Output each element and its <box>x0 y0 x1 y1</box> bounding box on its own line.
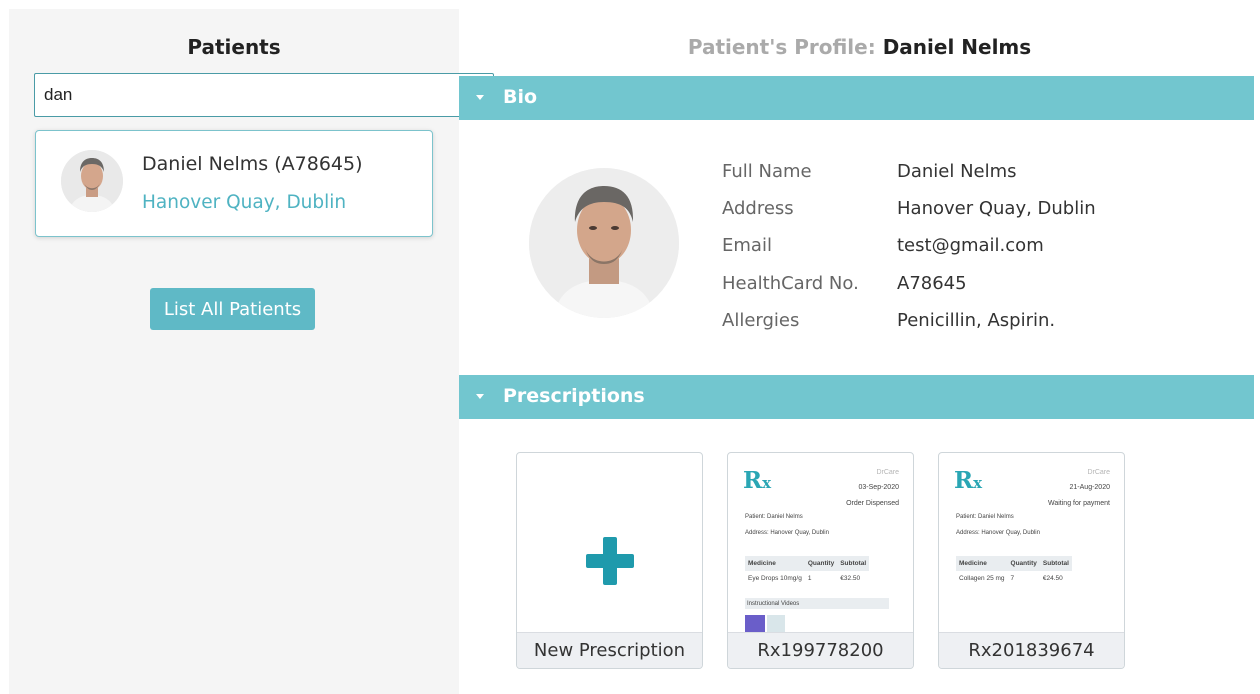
bio-section-label: Bio <box>503 86 538 108</box>
prescriptions-section-label: Prescriptions <box>503 385 645 407</box>
rx-patient: Patient: Daniel Nelms <box>745 514 803 520</box>
profile-title: Patient's Profile: Daniel Nelms <box>459 35 1260 59</box>
prescription-card[interactable]: Rx DrCare 21-Aug-2020 Waiting for paymen… <box>938 452 1125 669</box>
patient-result-address: Hanover Quay, Dublin <box>142 192 347 213</box>
profile-title-prefix: Patient's Profile: <box>687 35 876 59</box>
rx-cell-quantity: 7 <box>1010 575 1015 582</box>
email-value: test@gmail.com <box>897 235 1044 256</box>
patient-result-name: Daniel Nelms (A78645) <box>142 153 363 175</box>
rx-date: 21-Aug-2020 <box>1069 484 1110 491</box>
list-all-patients-button[interactable]: List All Patients <box>150 288 315 330</box>
patients-title: Patients <box>187 35 281 59</box>
rx-brand: DrCare <box>876 469 899 476</box>
full-name-label: Full Name <box>722 161 812 182</box>
full-name-value: Daniel Nelms <box>897 161 1017 182</box>
video-thumbnail[interactable] <box>745 615 765 632</box>
address-value: Hanover Quay, Dublin <box>897 198 1096 219</box>
rx-icon: Rx <box>743 467 772 494</box>
allergies-value: Penicillin, Aspirin. <box>897 310 1056 331</box>
rx-status: Order Dispensed <box>846 500 899 507</box>
rx-date: 03-Sep-2020 <box>858 484 899 491</box>
new-prescription-card[interactable]: New Prescription <box>516 452 703 669</box>
rx-header-quantity: Quantity <box>1007 556 1040 571</box>
rx-cell-quantity: 1 <box>807 575 812 582</box>
rx-medicine-table: Medicine Quantity Subtotal Collagen 25 m… <box>956 556 1072 586</box>
video-thumbnail[interactable] <box>767 615 785 632</box>
patient-avatar <box>61 150 123 212</box>
rx-status: Waiting for payment <box>1048 500 1110 507</box>
rx-videos-label: Instructional Videos <box>745 598 889 609</box>
rx-cell-medicine: Eye Drops 10mg/g <box>748 575 802 582</box>
healthcard-label: HealthCard No. <box>722 273 859 294</box>
rx-brand: DrCare <box>1087 469 1110 476</box>
rx-cell-subtotal: €32.50 <box>840 575 861 582</box>
rx-address: Address: Hanover Quay, Dublin <box>745 530 829 536</box>
plus-icon <box>586 537 634 585</box>
patient-result-card[interactable]: Daniel Nelms (A78645) Hanover Quay, Dubl… <box>35 130 433 237</box>
allergies-label: Allergies <box>722 310 800 331</box>
new-prescription-label: New Prescription <box>517 632 702 668</box>
caret-down-icon <box>476 95 484 100</box>
rx-cell-subtotal: €24.50 <box>1042 575 1063 582</box>
patient-photo <box>529 168 679 318</box>
rx-icon: Rx <box>954 467 983 494</box>
healthcard-value: A78645 <box>897 273 967 294</box>
rx-medicine-table: Medicine Quantity Subtotal Eye Drops 10m… <box>745 556 870 586</box>
prescription-card[interactable]: Rx DrCare 03-Sep-2020 Order Dispensed Pa… <box>727 452 914 669</box>
rx-header-quantity: Quantity <box>804 556 838 571</box>
prescription-preview: Rx DrCare 21-Aug-2020 Waiting for paymen… <box>939 453 1124 633</box>
rx-address: Address: Hanover Quay, Dublin <box>956 530 1040 536</box>
address-label: Address <box>722 198 794 219</box>
profile-title-name: Daniel Nelms <box>882 35 1032 59</box>
rx-header-medicine: Medicine <box>956 556 1008 571</box>
prescription-preview: Rx DrCare 03-Sep-2020 Order Dispensed Pa… <box>728 453 913 633</box>
rx-cell-medicine: Collagen 25 mg <box>959 575 1005 582</box>
patient-search-input[interactable] <box>34 73 494 117</box>
rx-header-medicine: Medicine <box>745 556 805 571</box>
rx-patient: Patient: Daniel Nelms <box>956 514 1014 520</box>
bio-section-header[interactable]: Bio <box>459 76 1254 120</box>
caret-down-icon <box>476 394 484 399</box>
prescriptions-section-header[interactable]: Prescriptions <box>459 375 1254 419</box>
prescription-id: Rx199778200 <box>728 632 913 668</box>
rx-header-subtotal: Subtotal <box>837 556 870 571</box>
email-label: Email <box>722 235 772 256</box>
prescription-id: Rx201839674 <box>939 632 1124 668</box>
rx-header-subtotal: Subtotal <box>1039 556 1072 571</box>
